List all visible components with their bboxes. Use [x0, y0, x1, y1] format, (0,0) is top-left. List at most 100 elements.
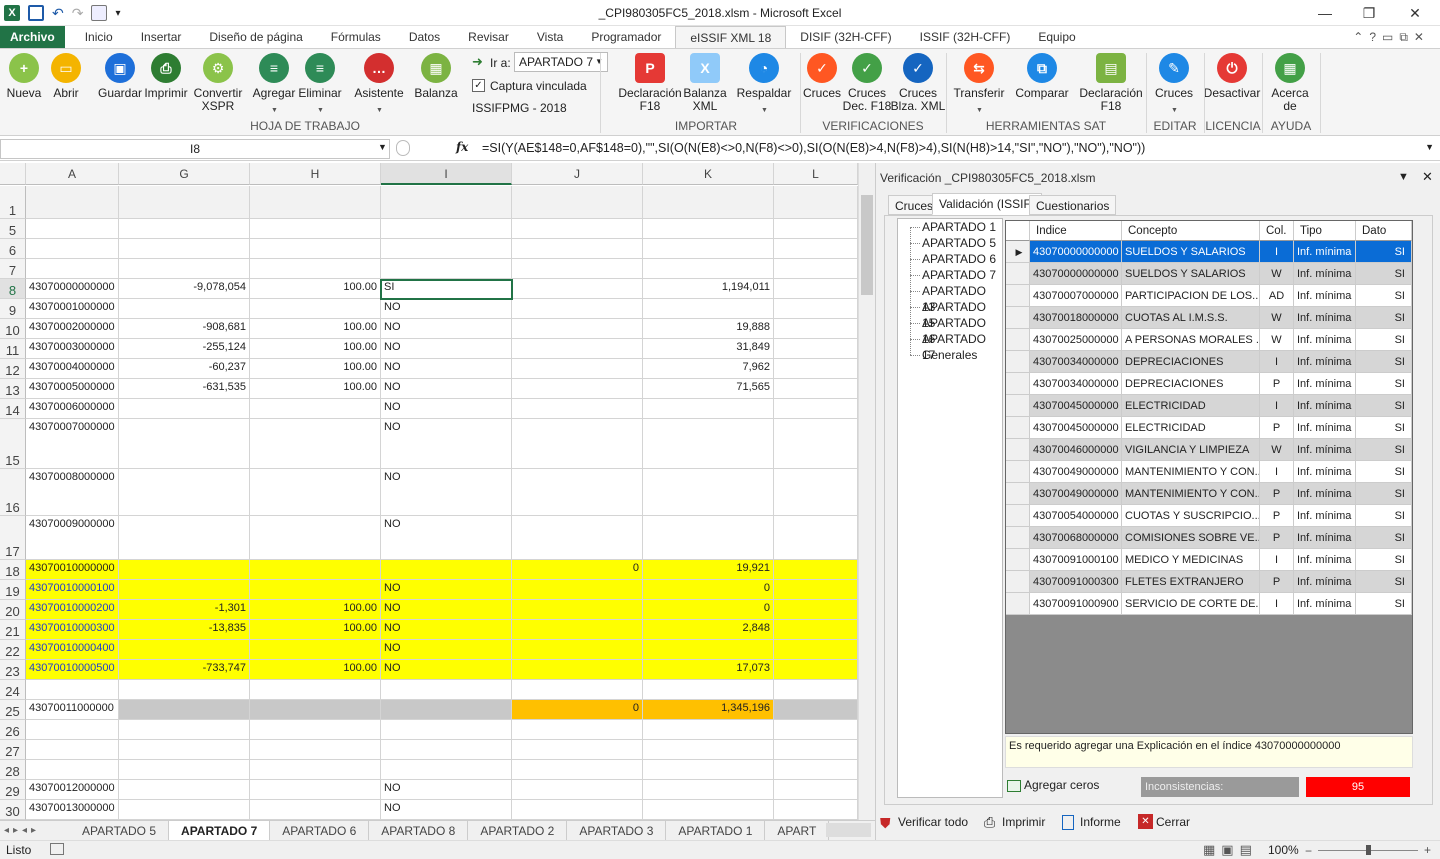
cell-i-21[interactable]: NO — [381, 620, 512, 640]
row-selector[interactable] — [1006, 373, 1030, 395]
validation-cell-indice[interactable]: 43070068000000 — [1030, 527, 1122, 549]
cell-i-24[interactable] — [381, 680, 512, 700]
cell-i-20[interactable]: NO — [381, 600, 512, 620]
panel-menu-icon[interactable]: ▼ — [1398, 171, 1409, 183]
validation-cell-tipo[interactable]: Inf. mínima — [1294, 285, 1356, 307]
row-header[interactable]: 26 — [0, 720, 26, 740]
row-header[interactable]: 13 — [0, 379, 26, 399]
tab-disif[interactable]: DISIF (32H-CFF) — [786, 26, 905, 48]
vertical-scrollbar[interactable] — [858, 163, 875, 820]
tree-item[interactable]: APARTADO 15 — [922, 299, 1002, 330]
agregar-ceros-button[interactable]: Agregar ceros — [1024, 778, 1099, 792]
cell-a-17[interactable]: 43070009000000 — [26, 516, 119, 560]
validation-cell-col[interactable]: P — [1260, 505, 1294, 527]
cell-i-27[interactable] — [381, 740, 512, 760]
cell-l-22[interactable] — [774, 640, 858, 660]
cell-i-19[interactable]: NO — [381, 580, 512, 600]
cell-j-13[interactable] — [512, 379, 643, 399]
row-header[interactable]: 15 — [0, 419, 26, 469]
cell-a-29[interactable]: 43070012000000 — [26, 780, 119, 800]
formula-expand-toggle-icon[interactable]: ▼ — [1425, 142, 1434, 152]
row-header[interactable]: 21 — [0, 620, 26, 640]
cell-l-10[interactable] — [774, 319, 858, 339]
row-header[interactable]: 12 — [0, 359, 26, 379]
cell-i-28[interactable] — [381, 760, 512, 780]
validation-cell-col[interactable]: I — [1260, 461, 1294, 483]
cell-g-24[interactable] — [119, 680, 250, 700]
validation-cell-tipo[interactable]: Inf. mínima — [1294, 483, 1356, 505]
scroll-thumb[interactable] — [861, 195, 873, 295]
column-header-g[interactable]: G — [119, 163, 250, 185]
cell-a-28[interactable] — [26, 760, 119, 780]
cell-k-6[interactable] — [643, 239, 774, 259]
cell-j-8[interactable] — [512, 279, 643, 299]
cell-k-14[interactable] — [643, 399, 774, 419]
formula-expand-icon[interactable] — [396, 140, 410, 156]
row-header[interactable]: 7 — [0, 259, 26, 279]
row-selector[interactable] — [1006, 593, 1030, 615]
cell-i-12[interactable]: NO — [381, 359, 512, 379]
row-header[interactable]: 9 — [0, 299, 26, 319]
cell-j-15[interactable] — [512, 419, 643, 469]
cell-a-23[interactable]: 43070010000500 — [26, 660, 119, 680]
cell-j-29[interactable] — [512, 780, 643, 800]
cell-k-9[interactable] — [643, 299, 774, 319]
row-selector[interactable] — [1006, 285, 1030, 307]
cell-i-16[interactable]: NO — [381, 469, 512, 516]
row-header[interactable]: 5 — [0, 219, 26, 239]
sheet-tab-7[interactable]: APART — [765, 820, 830, 841]
cell-k-1[interactable] — [643, 186, 774, 219]
tab-inicio[interactable]: Inicio — [71, 26, 127, 48]
cell-k-15[interactable] — [643, 419, 774, 469]
cell-g-10[interactable]: -908,681 — [119, 319, 250, 339]
cell-g-26[interactable] — [119, 720, 250, 740]
validation-cell-dato[interactable]: SI — [1356, 373, 1412, 395]
tree-item[interactable]: APARTADO 5 — [922, 235, 996, 251]
ribbon-button-15[interactable]: ⇆ Transferir — [945, 53, 1013, 100]
validation-cell-col[interactable]: I — [1260, 593, 1294, 615]
cell-a-16[interactable]: 43070008000000 — [26, 469, 119, 516]
tab-archivo[interactable]: Archivo — [0, 26, 65, 48]
validation-cell-concepto[interactable]: DEPRECIACIONES — [1122, 373, 1260, 395]
cell-g-21[interactable]: -13,835 — [119, 620, 250, 640]
row-header[interactable]: 8 — [0, 279, 26, 299]
cell-h-24[interactable] — [250, 680, 381, 700]
cell-j-9[interactable] — [512, 299, 643, 319]
ribbon-button-16[interactable]: ⧉ Comparar — [1008, 53, 1076, 100]
cell-h-30[interactable] — [250, 800, 381, 820]
row-header[interactable]: 17 — [0, 516, 26, 560]
cell-k-17[interactable] — [643, 516, 774, 560]
cell-k-19[interactable]: 0 — [643, 580, 774, 600]
cell-k-10[interactable]: 19,888 — [643, 319, 774, 339]
cell-l-20[interactable] — [774, 600, 858, 620]
cell-a-5[interactable] — [26, 219, 119, 239]
cell-g-9[interactable] — [119, 299, 250, 319]
row-selector[interactable] — [1006, 549, 1030, 571]
cell-a-1[interactable] — [26, 186, 119, 219]
validation-cell-dato[interactable]: SI — [1356, 329, 1412, 351]
zoom-level[interactable]: 100% — [1268, 843, 1299, 857]
tab-eissif[interactable]: eISSIF XML 18 — [675, 26, 787, 48]
goto-select[interactable]: APARTADO 7▼ — [514, 52, 608, 72]
cell-h-1[interactable] — [250, 186, 381, 219]
row-selector[interactable] — [1006, 263, 1030, 285]
cell-i-26[interactable] — [381, 720, 512, 740]
verificar-todo-button[interactable]: Verificar todo — [898, 815, 968, 829]
validation-cell-indice[interactable]: 43070049000000 — [1030, 461, 1122, 483]
row-header[interactable]: 19 — [0, 580, 26, 600]
row-header[interactable]: 25 — [0, 700, 26, 720]
validation-cell-indice[interactable]: 43070034000000 — [1030, 373, 1122, 395]
cell-i-13[interactable]: NO — [381, 379, 512, 399]
row-selector[interactable]: ▶ — [1006, 241, 1030, 263]
column-header-i[interactable]: I — [381, 163, 512, 185]
validation-cell-dato[interactable]: SI — [1356, 395, 1412, 417]
cell-h-5[interactable] — [250, 219, 381, 239]
cell-k-5[interactable] — [643, 219, 774, 239]
cell-j-28[interactable] — [512, 760, 643, 780]
cell-a-21[interactable]: 43070010000300 — [26, 620, 119, 640]
cell-j-10[interactable] — [512, 319, 643, 339]
row-header[interactable]: 10 — [0, 319, 26, 339]
row-header[interactable]: 18 — [0, 560, 26, 580]
cell-g-25[interactable] — [119, 700, 250, 720]
cell-g-15[interactable] — [119, 419, 250, 469]
